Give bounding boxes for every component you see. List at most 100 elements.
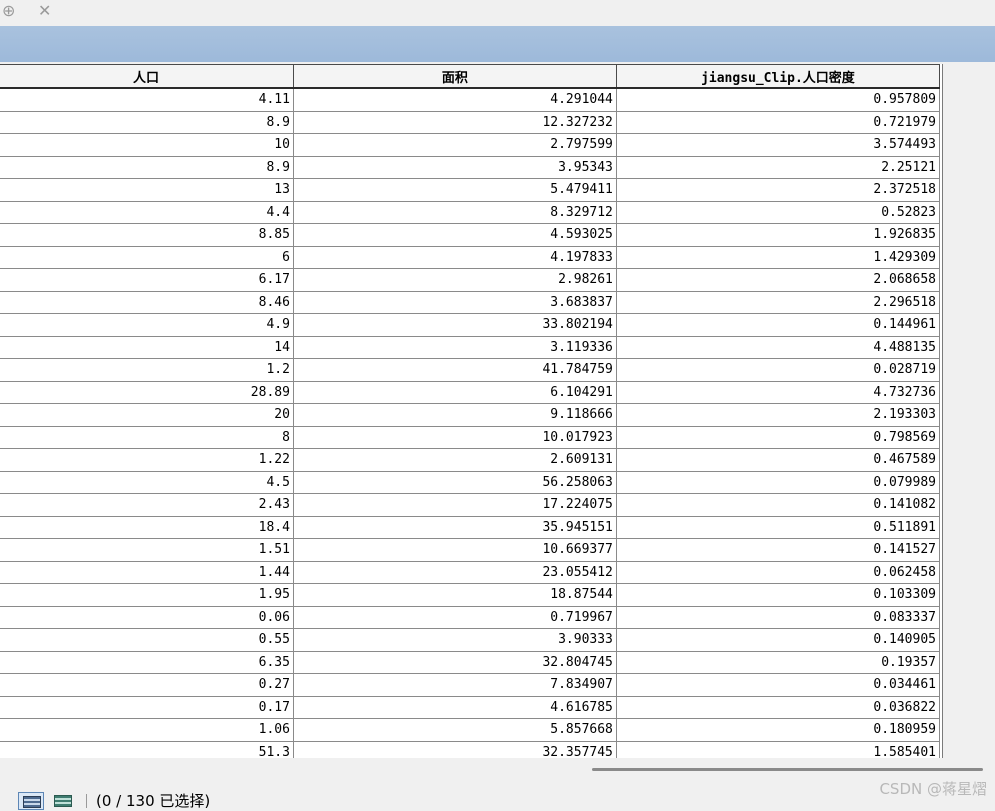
cell-population[interactable]: 1.95: [0, 583, 294, 607]
cell-population[interactable]: 0.17: [0, 695, 294, 719]
cell-density[interactable]: 2.25121: [615, 155, 941, 179]
cell-density[interactable]: 0.034461: [615, 673, 941, 697]
cell-population[interactable]: 8.85: [0, 223, 294, 247]
table-row[interactable]: 20 9.118666 2.193303: [0, 403, 941, 427]
cell-population[interactable]: 14: [0, 335, 294, 359]
cell-population[interactable]: 28.89: [0, 380, 294, 404]
table-row[interactable]: 1.2 41.784759 0.028719: [0, 358, 941, 382]
cell-population[interactable]: 4.5: [0, 470, 294, 494]
cell-area[interactable]: 5.479411: [292, 178, 617, 202]
cell-area[interactable]: 10.017923: [292, 425, 617, 449]
cell-density[interactable]: 0.062458: [615, 560, 941, 584]
cell-area[interactable]: 3.90333: [292, 628, 617, 652]
cell-population[interactable]: 1.22: [0, 448, 294, 472]
cell-population[interactable]: 0.06: [0, 605, 294, 629]
cell-area[interactable]: 4.291044: [292, 87, 617, 112]
cell-density[interactable]: 0.141082: [615, 493, 941, 517]
table-row[interactable]: 6 4.197833 1.429309: [0, 245, 941, 269]
cell-area[interactable]: 10.669377: [292, 538, 617, 562]
cell-population[interactable]: 8.46: [0, 290, 294, 314]
cell-population[interactable]: 51.3: [0, 740, 294, 758]
cell-area[interactable]: 23.055412: [292, 560, 617, 584]
table-row[interactable]: 1.06 5.857668 0.180959: [0, 718, 941, 742]
cell-population[interactable]: 4.9: [0, 313, 294, 337]
table-row[interactable]: 0.17 4.616785 0.036822: [0, 695, 941, 719]
cell-population[interactable]: 8.9: [0, 155, 294, 179]
table-row[interactable]: 18.4 35.945151 0.511891: [0, 515, 941, 539]
table-row[interactable]: 13 5.479411 2.372518: [0, 178, 941, 202]
table-row[interactable]: 8.9 3.95343 2.25121: [0, 155, 941, 179]
zoom-to-selection-icon[interactable]: ⊕: [2, 2, 15, 20]
cell-area[interactable]: 4.197833: [292, 245, 617, 269]
table-row[interactable]: 8.85 4.593025 1.926835: [0, 223, 941, 247]
cell-density[interactable]: 0.103309: [615, 583, 941, 607]
cell-area[interactable]: 12.327232: [292, 110, 617, 134]
cell-area[interactable]: 18.87544: [292, 583, 617, 607]
scrollbar-thumb[interactable]: [592, 768, 983, 771]
table-row[interactable]: 8 10.017923 0.798569: [0, 425, 941, 449]
cell-density[interactable]: 4.732736: [615, 380, 941, 404]
table-row[interactable]: 4.9 33.802194 0.144961: [0, 313, 941, 337]
cell-density[interactable]: 0.140905: [615, 628, 941, 652]
table-row[interactable]: 6.35 32.804745 0.19357: [0, 650, 941, 674]
cell-area[interactable]: 2.797599: [292, 133, 617, 157]
cell-area[interactable]: 32.357745: [292, 740, 617, 758]
column-header-area[interactable]: 面积: [292, 64, 617, 89]
cell-population[interactable]: 8.9: [0, 110, 294, 134]
cell-population[interactable]: 1.2: [0, 358, 294, 382]
cell-density[interactable]: 0.798569: [615, 425, 941, 449]
cell-area[interactable]: 0.719967: [292, 605, 617, 629]
table-row[interactable]: 14 3.119336 4.488135: [0, 335, 941, 359]
cell-area[interactable]: 7.834907: [292, 673, 617, 697]
cell-population[interactable]: 10: [0, 133, 294, 157]
cell-area[interactable]: 56.258063: [292, 470, 617, 494]
cell-population[interactable]: 6.35: [0, 650, 294, 674]
cell-area[interactable]: 35.945151: [292, 515, 617, 539]
cell-density[interactable]: 1.429309: [615, 245, 941, 269]
close-icon[interactable]: ✕: [38, 2, 51, 20]
table-row[interactable]: 0.06 0.719967 0.083337: [0, 605, 941, 629]
table-row[interactable]: 6.17 2.98261 2.068658: [0, 268, 941, 292]
cell-density[interactable]: 0.144961: [615, 313, 941, 337]
cell-density[interactable]: 4.488135: [615, 335, 941, 359]
cell-area[interactable]: 4.593025: [292, 223, 617, 247]
table-row[interactable]: 51.3 32.357745 1.585401: [0, 740, 941, 758]
cell-population[interactable]: 6: [0, 245, 294, 269]
cell-population[interactable]: 20: [0, 403, 294, 427]
cell-population[interactable]: 0.55: [0, 628, 294, 652]
cell-density[interactable]: 0.721979: [615, 110, 941, 134]
table-row[interactable]: 28.89 6.104291 4.732736: [0, 380, 941, 404]
cell-density[interactable]: 2.068658: [615, 268, 941, 292]
cell-density[interactable]: 1.926835: [615, 223, 941, 247]
cell-population[interactable]: 6.17: [0, 268, 294, 292]
cell-population[interactable]: 4.4: [0, 200, 294, 224]
table-row[interactable]: 8.9 12.327232 0.721979: [0, 110, 941, 134]
cell-population[interactable]: 2.43: [0, 493, 294, 517]
column-header-density[interactable]: jiangsu_Clip.人口密度: [615, 64, 941, 89]
table-row[interactable]: 1.44 23.055412 0.062458: [0, 560, 941, 584]
cell-density[interactable]: 3.574493: [615, 133, 941, 157]
cell-density[interactable]: 0.957809: [615, 87, 941, 112]
table-row[interactable]: 1.95 18.87544 0.103309: [0, 583, 941, 607]
cell-density[interactable]: 2.372518: [615, 178, 941, 202]
cell-area[interactable]: 3.683837: [292, 290, 617, 314]
cell-area[interactable]: 3.119336: [292, 335, 617, 359]
cell-density[interactable]: 0.19357: [615, 650, 941, 674]
cell-area[interactable]: 33.802194: [292, 313, 617, 337]
cell-area[interactable]: 2.609131: [292, 448, 617, 472]
cell-population[interactable]: 1.44: [0, 560, 294, 584]
cell-population[interactable]: 8: [0, 425, 294, 449]
cell-population[interactable]: 1.51: [0, 538, 294, 562]
cell-area[interactable]: 5.857668: [292, 718, 617, 742]
cell-area[interactable]: 9.118666: [292, 403, 617, 427]
cell-density[interactable]: 0.079989: [615, 470, 941, 494]
show-selected-records-button[interactable]: [50, 792, 76, 810]
table-row[interactable]: 0.55 3.90333 0.140905: [0, 628, 941, 652]
table-row[interactable]: 4.11 4.291044 0.957809: [0, 87, 941, 112]
show-all-records-button[interactable]: [18, 792, 44, 810]
cell-density[interactable]: 0.036822: [615, 695, 941, 719]
table-row[interactable]: 4.5 56.258063 0.079989: [0, 470, 941, 494]
table-row[interactable]: 1.22 2.609131 0.467589: [0, 448, 941, 472]
cell-population[interactable]: 1.06: [0, 718, 294, 742]
cell-density[interactable]: 0.180959: [615, 718, 941, 742]
